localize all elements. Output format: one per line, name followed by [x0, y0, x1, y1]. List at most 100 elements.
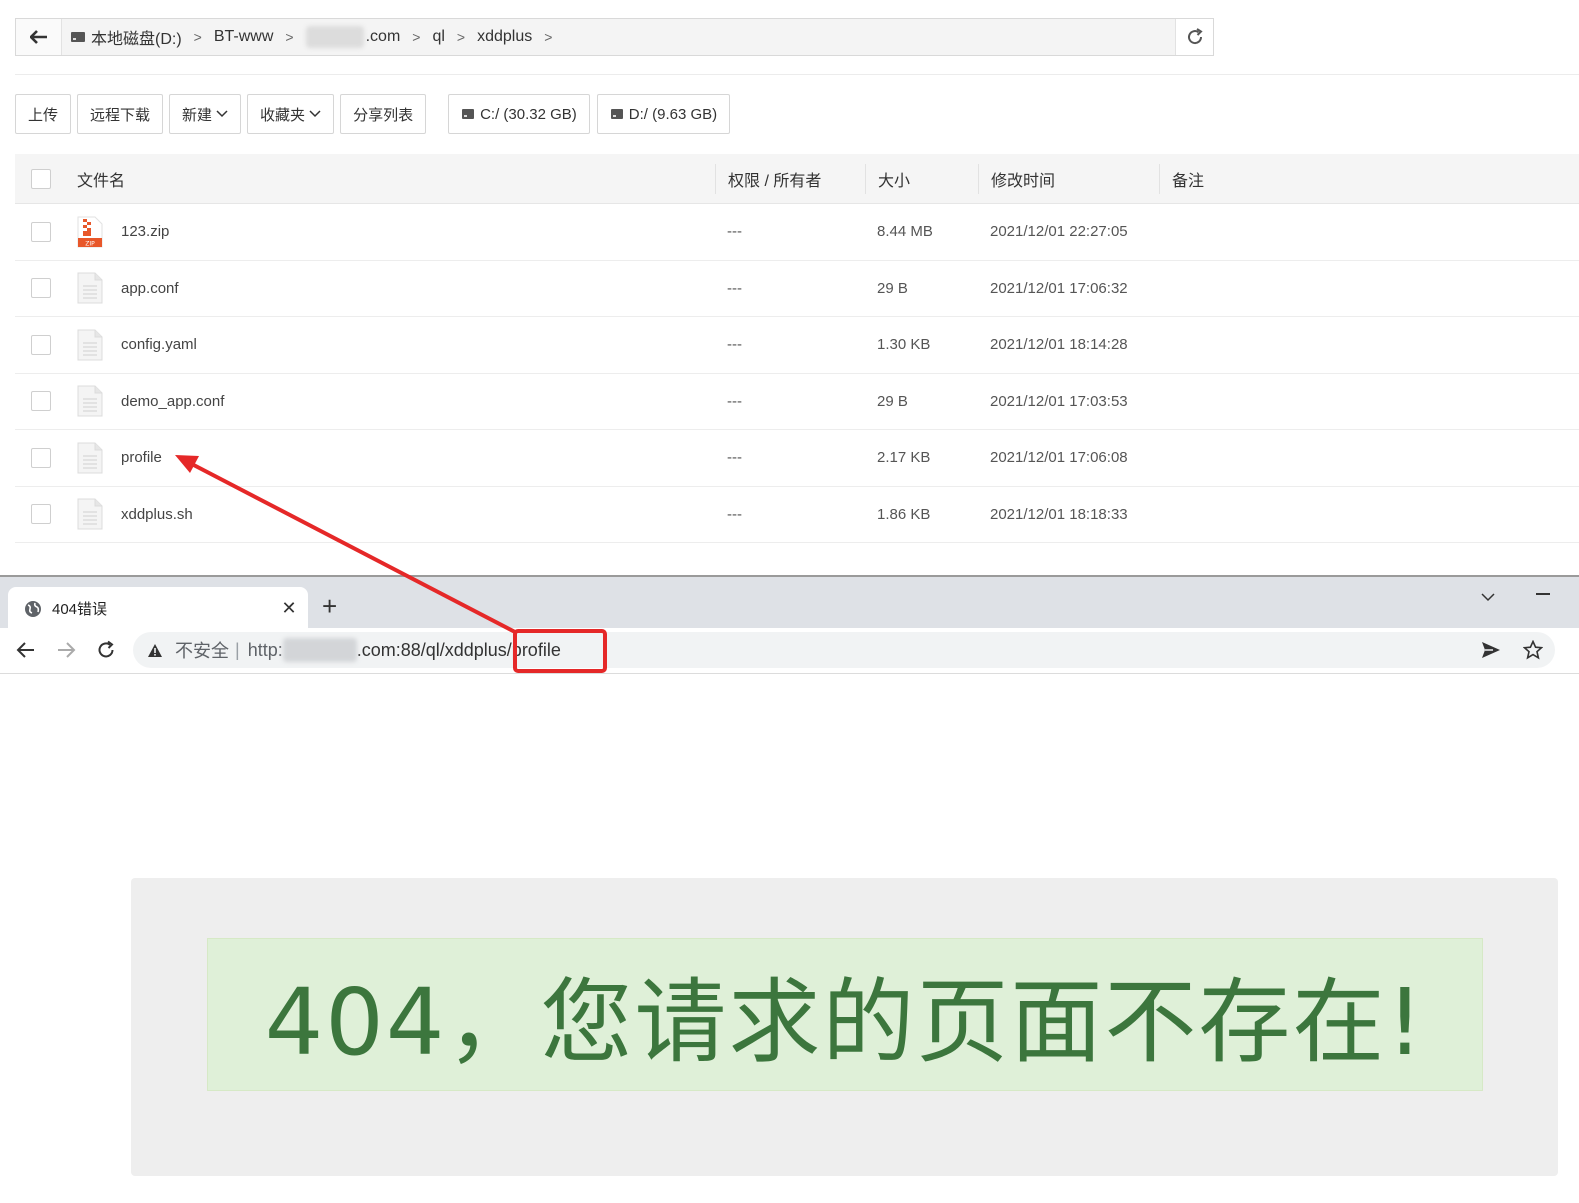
- row-checkbox[interactable]: [31, 334, 51, 355]
- breadcrumb-item-bt-www[interactable]: BT-www >: [214, 28, 306, 46]
- separator: |: [235, 639, 240, 660]
- file-perm: ---: [727, 392, 742, 410]
- back-arrow-icon[interactable]: [15, 639, 37, 661]
- path-bar: 本地磁盘(D:) > BT-www > .com > ql > xddplus …: [15, 18, 1214, 56]
- file-name[interactable]: config.yaml: [121, 336, 197, 353]
- tab-strip: 404错误 ✕ +: [0, 575, 1579, 630]
- breadcrumb-label: 本地磁盘(D:): [91, 31, 182, 48]
- breadcrumb-item-domain[interactable]: .com >: [305, 26, 433, 48]
- file-name[interactable]: profile: [121, 449, 162, 466]
- breadcrumb-label: xddplus: [477, 28, 533, 45]
- column-header-mtime[interactable]: 修改时间: [978, 163, 1159, 194]
- table-row[interactable]: config.yaml --- 1.30 KB 2021/12/01 18:14…: [15, 317, 1579, 374]
- file-mtime: 2021/12/01 18:14:28: [990, 336, 1128, 354]
- globe-icon: [25, 600, 41, 617]
- file-size: 29 B: [877, 279, 908, 297]
- row-checkbox[interactable]: [31, 504, 51, 525]
- row-checkbox[interactable]: [31, 391, 51, 412]
- file-mtime: 2021/12/01 17:03:53: [990, 392, 1128, 410]
- favorites-dropdown-button[interactable]: 收藏夹: [247, 94, 335, 134]
- error-container: 404，您请求的页面不存在!: [131, 878, 1558, 1176]
- file-perm: ---: [727, 223, 742, 241]
- send-icon[interactable]: [1481, 641, 1501, 659]
- svg-text:ZIP: ZIP: [85, 240, 95, 247]
- file-perm: ---: [727, 505, 742, 523]
- chevron-down-icon: [216, 110, 228, 118]
- insecure-label: 不安全: [175, 641, 229, 661]
- file-name[interactable]: 123.zip: [121, 223, 169, 240]
- minimize-icon[interactable]: [1536, 593, 1550, 595]
- page-content: 404，您请求的页面不存在!: [0, 676, 1579, 1203]
- column-header-note[interactable]: 备注: [1159, 163, 1579, 194]
- breadcrumb: 本地磁盘(D:) > BT-www > .com > ql > xddplus …: [62, 19, 1175, 55]
- table-row[interactable]: profile --- 2.17 KB 2021/12/01 17:06:08: [15, 430, 1579, 487]
- breadcrumb-label: ql: [432, 28, 445, 45]
- breadcrumb-item-ql[interactable]: ql >: [432, 28, 477, 46]
- refresh-button[interactable]: [1175, 19, 1213, 55]
- browser-window: 404错误 ✕ + 不安全 | http: .com:88/ql/xddplus…: [0, 575, 1579, 1203]
- file-name[interactable]: demo_app.conf: [121, 393, 224, 410]
- text-file-icon: [77, 385, 103, 417]
- chevron-right-icon: >: [285, 29, 294, 45]
- chevron-right-icon: >: [193, 29, 202, 45]
- text-file-icon: [77, 442, 103, 474]
- hard-drive-icon: [71, 32, 85, 42]
- file-size: 1.86 KB: [877, 505, 931, 523]
- zip-file-icon: ZIP: [77, 216, 103, 248]
- tab-close-button[interactable]: ✕: [274, 598, 304, 619]
- row-checkbox[interactable]: [31, 278, 51, 299]
- redacted-text: [282, 638, 357, 662]
- file-mtime: 2021/12/01 17:06:32: [990, 279, 1128, 297]
- new-tab-button[interactable]: +: [322, 593, 337, 619]
- tab-404[interactable]: 404错误 ✕: [8, 587, 308, 630]
- url-scheme: http:: [247, 639, 283, 660]
- table-row[interactable]: ZIP 123.zip --- 8.44 MB 2021/12/01 22:27…: [15, 204, 1579, 261]
- column-header-size[interactable]: 大小: [865, 163, 978, 194]
- url-field[interactable]: 不安全 | http: .com:88/ql/xddplus/profile: [133, 632, 1555, 668]
- breadcrumb-item-xddplus[interactable]: xddplus >: [477, 28, 564, 46]
- hard-drive-icon: [462, 109, 475, 119]
- file-size: 1.30 KB: [877, 336, 931, 354]
- divider: [15, 74, 1579, 75]
- file-mtime: 2021/12/01 18:18:33: [990, 505, 1128, 523]
- column-header-name[interactable]: 文件名: [67, 167, 715, 191]
- chevron-right-icon: >: [456, 29, 466, 45]
- drive-c-button[interactable]: C:/ (30.32 GB): [448, 94, 590, 134]
- file-mtime: 2021/12/01 17:06:08: [990, 449, 1128, 467]
- table-header: 文件名 权限 / 所有者 大小 修改时间 备注: [15, 154, 1579, 204]
- forward-arrow-icon[interactable]: [55, 639, 77, 661]
- remote-download-button[interactable]: 远程下载: [77, 94, 164, 134]
- breadcrumb-label: BT-www: [213, 28, 274, 45]
- text-file-icon: [77, 272, 103, 304]
- star-icon[interactable]: [1523, 640, 1543, 660]
- text-file-icon: [77, 498, 103, 530]
- file-size: 2.17 KB: [877, 449, 931, 467]
- error-message: 404，您请求的页面不存在!: [264, 969, 1426, 1076]
- file-name[interactable]: app.conf: [121, 280, 179, 297]
- table-row[interactable]: demo_app.conf --- 29 B 2021/12/01 17:03:…: [15, 374, 1579, 430]
- chevron-right-icon: >: [544, 29, 553, 45]
- breadcrumb-item-disk[interactable]: 本地磁盘(D:) >: [70, 25, 214, 49]
- warning-icon: [148, 643, 162, 657]
- row-checkbox[interactable]: [31, 221, 51, 242]
- file-perm: ---: [727, 449, 742, 467]
- back-button[interactable]: [16, 19, 62, 55]
- drive-d-button[interactable]: D:/ (9.63 GB): [596, 94, 731, 134]
- new-dropdown-button[interactable]: 新建: [169, 94, 242, 134]
- breadcrumb-label: .com: [365, 28, 401, 45]
- file-toolbar: 上传 远程下载 新建 收藏夹 分享列表 C:/ (30.32 GB) D:/ (…: [15, 94, 737, 134]
- file-name[interactable]: xddplus.sh: [121, 506, 193, 523]
- table-row[interactable]: app.conf --- 29 B 2021/12/01 17:06:32: [15, 261, 1579, 317]
- chevron-down-icon[interactable]: [1478, 587, 1498, 607]
- file-perm: ---: [727, 279, 742, 297]
- column-header-perm[interactable]: 权限 / 所有者: [715, 163, 865, 194]
- upload-button[interactable]: 上传: [15, 94, 72, 134]
- row-checkbox[interactable]: [31, 447, 51, 468]
- file-size: 8.44 MB: [877, 223, 933, 241]
- hard-drive-icon: [610, 109, 623, 119]
- select-all-checkbox[interactable]: [31, 168, 51, 189]
- share-list-button[interactable]: 分享列表: [340, 94, 427, 134]
- url-text: .com:88/ql/xddplus/profile: [356, 639, 561, 660]
- table-row[interactable]: xddplus.sh --- 1.86 KB 2021/12/01 18:18:…: [15, 487, 1579, 543]
- reload-icon[interactable]: [95, 639, 117, 661]
